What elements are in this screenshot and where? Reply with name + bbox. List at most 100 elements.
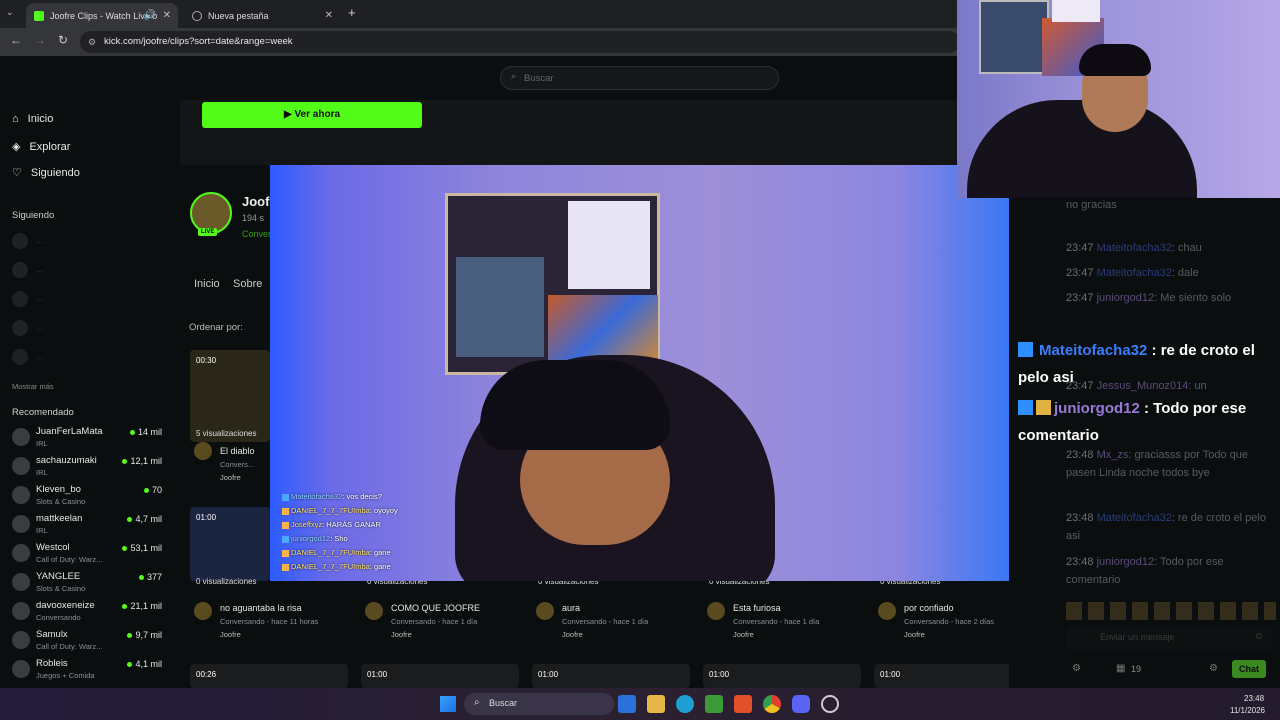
brave-icon[interactable] <box>734 695 752 713</box>
clock-time[interactable]: 23:48 <box>1244 694 1264 703</box>
tab-inicio[interactable]: Inicio <box>194 278 220 290</box>
taskbar-search-label: Buscar <box>489 698 518 708</box>
watch-now-button[interactable]: ▶ Ver ahora <box>202 102 422 128</box>
following-item[interactable]: ... <box>12 348 162 368</box>
clip-thumbnail[interactable]: 00:30 5 visualizaciones <box>190 350 270 442</box>
close-icon[interactable]: ✕ <box>163 10 171 21</box>
tab-new[interactable]: Nueva pestaña ✕ <box>184 3 340 28</box>
clip-user[interactable]: Joofre <box>562 630 583 639</box>
clip-title[interactable]: por confiado <box>904 603 954 613</box>
folder-icon[interactable] <box>647 695 665 713</box>
chat-count: 19 <box>1131 664 1142 674</box>
channel-name: Samulx <box>36 629 68 640</box>
chat-highlight: Mateitofacha32 : re de croto el pelo asi <box>1018 342 1255 386</box>
avatar <box>12 457 30 475</box>
channel-name: Westcol <box>36 542 70 553</box>
recommended-item[interactable]: sachauzumaki IRL 12,1 mil <box>12 454 162 480</box>
emoji-icon[interactable]: ☺ <box>1254 631 1264 642</box>
app-icon[interactable] <box>618 695 636 713</box>
overlay-chat-line: DANIEL_7_7_7FUImba: oyoyoy <box>282 506 398 515</box>
clip-thumbnail[interactable]: 01:00 <box>190 507 270 581</box>
url-field[interactable]: ⚙ kick.com/joofre/clips?sort=date&range=… <box>80 31 960 53</box>
following-item[interactable]: ... <box>12 319 162 339</box>
close-icon[interactable]: ✕ <box>325 10 333 21</box>
chat-input-placeholder: Enviar un mensaje <box>1100 632 1175 642</box>
overlay-chat-line: DANIEL_7_7_7FUImba: gane <box>282 562 391 571</box>
tab-label: Nueva pestaña <box>208 10 269 21</box>
sidebar-item-label: Inicio <box>27 113 54 125</box>
clip-thumbnail[interactable]: 01:00 <box>532 664 690 688</box>
clip-user[interactable]: Joofre <box>391 630 412 639</box>
clip-duration: 00:26 <box>196 670 217 679</box>
recommended-item[interactable]: Samulx Call of Duty: Warz... 9,7 mil <box>12 628 162 654</box>
clip-thumbnail[interactable]: 01:00 <box>703 664 861 688</box>
site-info-icon[interactable]: ⚙ <box>88 31 96 53</box>
recommended-item[interactable]: JuanFerLaMata IRL 14 mil <box>12 425 162 451</box>
search-input[interactable]: ⌕ Buscar <box>500 66 779 90</box>
stream-video[interactable]: Mateitofacha32: vos decis? DANIEL_7_7_7F… <box>270 165 1009 581</box>
clock-date[interactable]: 11/1/2026 <box>1230 706 1265 715</box>
clip-user[interactable]: Joofre <box>733 630 754 639</box>
avatar <box>12 428 30 446</box>
chat-input[interactable]: Enviar un mensaje ☺ <box>1066 626 1272 650</box>
home-icon: ⌂ <box>12 113 19 125</box>
minecraft-icon[interactable] <box>705 695 723 713</box>
clip-title[interactable]: El diablo <box>220 446 255 456</box>
tab-sobre[interactable]: Sobre <box>233 278 262 290</box>
clip-thumbnail[interactable]: 01:00 <box>361 664 519 688</box>
clip-meta: Conversando - hace 1 día <box>562 617 649 626</box>
recommended-item[interactable]: YANGLEE Slots & Casino 377 <box>12 570 162 596</box>
sidebar-item-label: Explorar <box>29 140 71 153</box>
recommended-item[interactable]: davooxeneize Conversando 21,1 mil <box>12 599 162 625</box>
sidebar-item-inicio[interactable]: ⌂ Inicio <box>12 113 53 125</box>
clip-title[interactable]: Esta furiosa <box>733 603 781 613</box>
points-icon[interactable]: ⚙ <box>1072 663 1081 674</box>
clip-views: 0 visualizaciones <box>196 577 257 586</box>
clip-duration: 01:00 <box>196 513 217 522</box>
avatar <box>12 320 28 336</box>
settings-icon[interactable]: ⚙ <box>1209 663 1218 674</box>
clip-user[interactable]: Joofre <box>220 473 241 482</box>
clip-title[interactable]: COMO QUE JOOFRE <box>391 603 480 613</box>
recommended-item[interactable]: mattkeelan IRL 4,7 mil <box>12 512 162 538</box>
clip-user[interactable]: Joofre <box>904 630 925 639</box>
chat-send-button[interactable]: Chat <box>1232 660 1266 678</box>
sidebar-item-siguiendo[interactable]: ♡ Siguiendo <box>12 166 80 180</box>
reload-icon[interactable]: ↻ <box>58 33 68 47</box>
streamer-hair <box>1079 44 1151 76</box>
globe-icon <box>192 10 202 21</box>
calendar-icon: ▦ <box>1116 663 1126 674</box>
channel-category: Juegos + Comida <box>36 671 95 680</box>
clip-user[interactable]: Joofre <box>220 630 241 639</box>
following-item[interactable]: ... <box>12 232 162 252</box>
edge-icon[interactable] <box>676 695 694 713</box>
sidebar-item-label: Siguiendo <box>30 166 80 179</box>
clip-thumbnail[interactable]: 00:26 <box>190 664 348 688</box>
recommended-item[interactable]: Kleven_bo Slots & Casino 70 <box>12 483 162 509</box>
clip-title[interactable]: no aguantaba la risa <box>220 603 302 613</box>
windows-start-icon[interactable] <box>440 696 456 712</box>
recommended-item[interactable]: Robleis Juegos + Comida 4,1 mil <box>12 657 162 683</box>
back-icon[interactable]: ← <box>10 33 22 47</box>
emote-strip[interactable] <box>1066 602 1276 620</box>
new-tab-button[interactable]: + <box>348 5 356 20</box>
speaker-icon[interactable]: 🔊 <box>144 10 156 21</box>
recommended-item[interactable]: Westcol Call of Duty: Warz... 53,1 mil <box>12 541 162 567</box>
obs-icon[interactable] <box>821 695 839 713</box>
following-name: ... <box>36 322 44 332</box>
show-more-link[interactable]: Mostrar más <box>12 382 54 391</box>
clip-title[interactable]: aura <box>562 603 580 613</box>
wall-paper <box>568 201 650 289</box>
sidebar-item-explorar[interactable]: ◈ Explorar <box>12 140 71 154</box>
following-item[interactable]: ... <box>12 261 162 281</box>
tab-kick[interactable]: Joofre Clips - Watch Live o 🔊 ✕ <box>26 3 178 28</box>
tab-search-icon[interactable]: ⌄ <box>6 7 14 18</box>
viewer-count: 53,1 mil <box>122 543 162 553</box>
search-icon: ⌕ <box>511 71 517 81</box>
chrome-icon[interactable] <box>763 695 781 713</box>
following-item[interactable]: ... <box>12 290 162 310</box>
discord-icon[interactable] <box>792 695 810 713</box>
forward-icon[interactable]: → <box>34 33 46 47</box>
overlay-chat-line: juniorgod12: Sho <box>282 534 348 543</box>
taskbar-search[interactable]: ⌕ Buscar <box>464 693 614 715</box>
